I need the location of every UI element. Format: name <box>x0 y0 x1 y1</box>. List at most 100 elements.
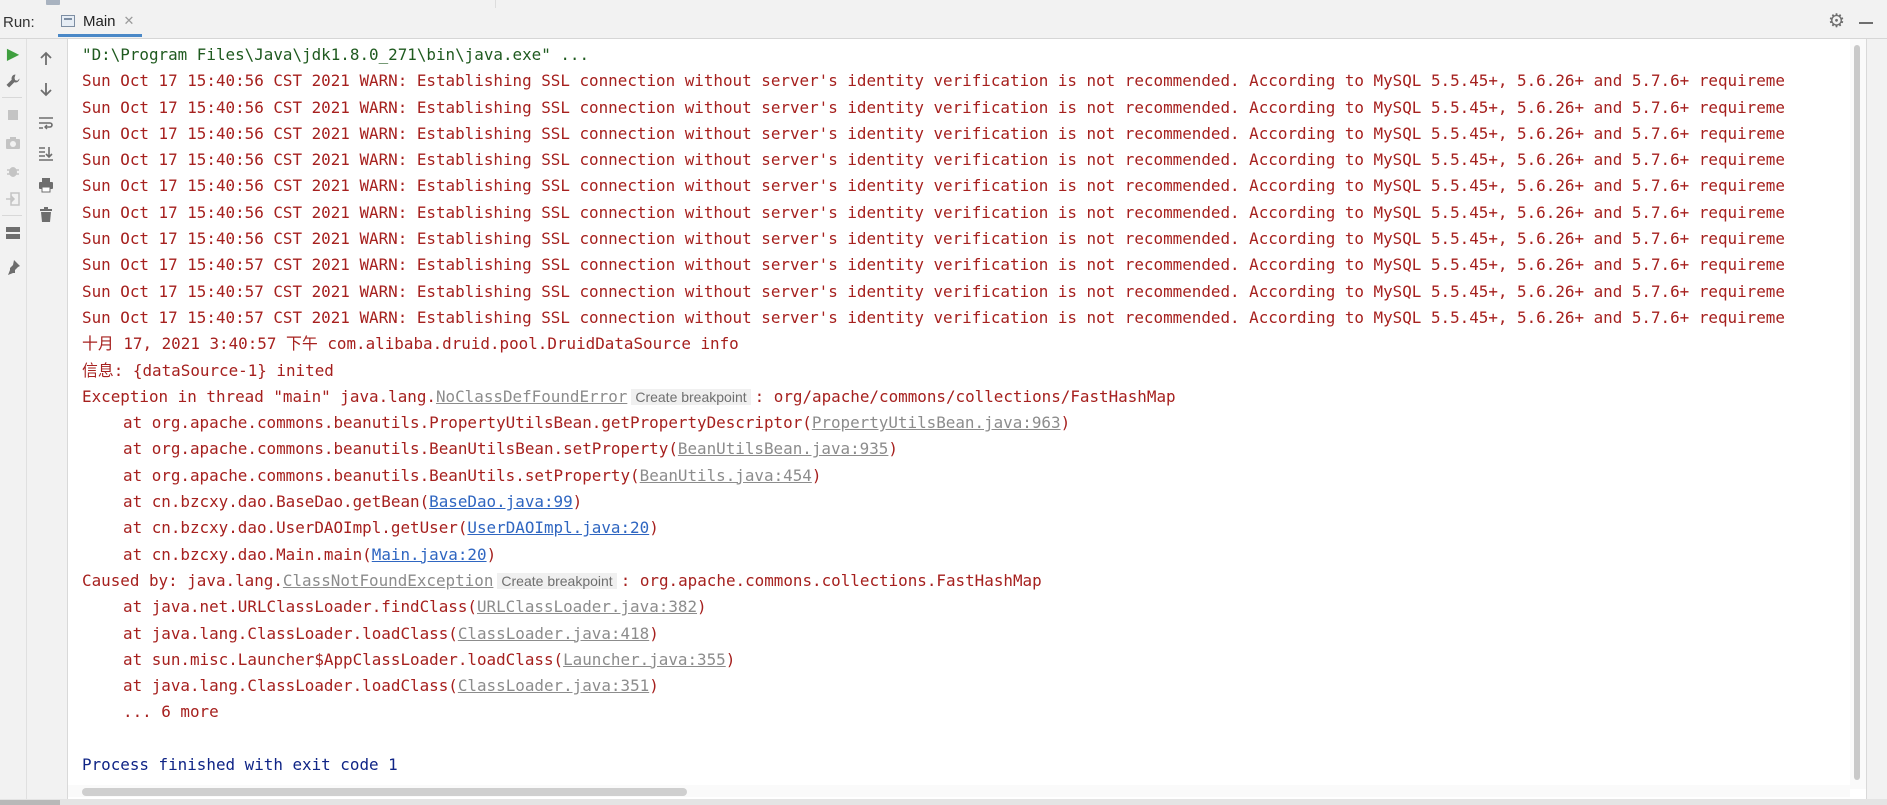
down-arrow-icon[interactable] <box>34 77 58 101</box>
exception-suffix: : org/apache/commons/collections/FastHas… <box>754 386 1176 406</box>
caused-by-class-link[interactable]: ClassNotFoundException <box>283 571 493 590</box>
log-inited-line: 信息: {dataSource-1} inited <box>82 360 334 380</box>
right-tool-strip <box>1866 39 1887 805</box>
stack-frame: at cn.bzcxy.dao.Main.main(Main.java:20) <box>82 542 1850 568</box>
frame-close: ) <box>1060 413 1071 433</box>
console-toolbar <box>27 39 68 805</box>
caused-by-line: Caused by: java.lang.ClassNotFoundExcept… <box>82 568 1850 594</box>
frame-text: at org.apache.commons.beanutils.BeanUtil… <box>123 465 640 485</box>
bug-icon[interactable] <box>1 159 25 183</box>
frame-text: at cn.bzcxy.dao.BaseDao.getBean( <box>123 492 430 512</box>
header-actions: ⚙ <box>1828 12 1887 32</box>
source-link[interactable]: ClassLoader.java:351 <box>458 676 649 695</box>
frame-close: ) <box>725 649 736 669</box>
source-link[interactable]: PropertyUtilsBean.java:963 <box>812 413 1061 432</box>
frame-close: ) <box>649 518 659 538</box>
stack-frame: at java.lang.ClassLoader.loadClass(Class… <box>82 621 1850 647</box>
warning-line: Sun Oct 17 15:40:57 CST 2021 WARN: Estab… <box>82 255 1785 275</box>
run-label: Run: <box>3 14 35 31</box>
warning-line: Sun Oct 17 15:40:56 CST 2021 WARN: Estab… <box>82 150 1785 170</box>
more-frames-line: ... 6 more <box>82 699 1850 725</box>
frame-close: ) <box>649 623 659 643</box>
create-breakpoint-link[interactable]: Create breakpoint <box>631 388 751 405</box>
source-link[interactable]: BeanUtils.java:454 <box>640 466 812 485</box>
frame-close: ) <box>697 597 707 617</box>
soft-wrap-icon[interactable] <box>34 111 58 135</box>
stack-frame: at java.lang.ClassLoader.loadClass(Class… <box>82 673 1850 699</box>
minimize-icon[interactable] <box>1859 22 1873 24</box>
folder-icon <box>46 0 60 5</box>
run-toolbar: ▶ <box>0 39 27 805</box>
wrench-icon[interactable] <box>1 69 25 93</box>
frame-text: at java.lang.ClassLoader.loadClass( <box>123 676 458 696</box>
stack-frame: at cn.bzcxy.dao.UserDAOImpl.getUser(User… <box>82 515 1850 541</box>
frame-close: ) <box>649 676 659 696</box>
warning-line: Sun Oct 17 15:40:57 CST 2021 WARN: Estab… <box>82 307 1785 327</box>
up-arrow-icon[interactable] <box>34 47 58 71</box>
command-line: "D:\Program Files\Java\jdk1.8.0_271\bin\… <box>82 45 590 64</box>
source-link[interactable]: Launcher.java:355 <box>563 650 726 669</box>
warning-line: Sun Oct 17 15:40:56 CST 2021 WARN: Estab… <box>82 202 1785 222</box>
frame-text: at java.lang.ClassLoader.loadClass( <box>123 623 458 643</box>
toolbar-separator <box>2 215 22 216</box>
frame-text: at org.apache.commons.beanutils.Property… <box>123 413 812 433</box>
exit-icon[interactable] <box>1 187 25 211</box>
trash-icon[interactable] <box>34 203 58 227</box>
stack-frame: at org.apache.commons.beanutils.Property… <box>82 410 1850 436</box>
console-tab-icon <box>61 15 75 27</box>
toolbar-separator <box>2 97 22 98</box>
source-link[interactable]: URLClassLoader.java:382 <box>477 597 697 616</box>
warning-line: Sun Oct 17 15:40:56 CST 2021 WARN: Estab… <box>82 229 1785 249</box>
pin-icon[interactable] <box>1 255 25 279</box>
run-header: Run: Main ✕ ⚙ <box>0 8 1887 39</box>
caused-by-prefix: Caused by: java.lang. <box>82 570 283 590</box>
frame-close: ) <box>811 465 822 485</box>
console-output[interactable]: "D:\Program Files\Java\jdk1.8.0_271\bin\… <box>68 39 1850 789</box>
exception-line: Exception in thread "main" java.lang.NoC… <box>82 384 1850 410</box>
create-breakpoint-link[interactable]: Create breakpoint <box>497 572 617 589</box>
frame-close: ) <box>486 544 497 564</box>
horizontal-scroll-thumb[interactable] <box>82 788 687 796</box>
warning-line: Sun Oct 17 15:40:56 CST 2021 WARN: Estab… <box>82 176 1785 196</box>
camera-icon[interactable] <box>1 131 25 155</box>
stack-frame: at java.net.URLClassLoader.findClass(URL… <box>82 594 1850 620</box>
source-link[interactable]: UserDAOImpl.java:20 <box>467 518 649 537</box>
console-lines: "D:\Program Files\Java\jdk1.8.0_271\bin\… <box>82 42 1850 778</box>
editor-remnant <box>0 0 1887 8</box>
scroll-to-end-icon[interactable] <box>34 141 58 165</box>
vertical-scrollbar[interactable] <box>1850 39 1866 789</box>
warning-line: Sun Oct 17 15:40:57 CST 2021 WARN: Estab… <box>82 281 1785 301</box>
frame-text: at org.apache.commons.beanutils.BeanUtil… <box>123 439 678 459</box>
tab-main[interactable]: Main ✕ <box>58 8 142 37</box>
exit-status-line: Process finished with exit code 1 <box>82 755 398 775</box>
source-link[interactable]: Main.java:20 <box>372 545 487 564</box>
source-link[interactable]: ClassLoader.java:418 <box>458 624 649 643</box>
close-icon[interactable]: ✕ <box>124 13 135 29</box>
layout-icon[interactable] <box>1 221 25 245</box>
stack-frame: at sun.misc.Launcher$AppClassLoader.load… <box>82 647 1850 673</box>
stack-frame: at org.apache.commons.beanutils.BeanUtil… <box>82 436 1850 462</box>
status-strip-thumb <box>0 800 60 805</box>
gear-icon[interactable]: ⚙ <box>1828 12 1845 32</box>
frame-close: ) <box>572 492 583 512</box>
stack-frame: at org.apache.commons.beanutils.BeanUtil… <box>82 463 1850 489</box>
source-link[interactable]: BeanUtilsBean.java:935 <box>678 439 888 458</box>
run-icon[interactable]: ▶ <box>1 43 25 67</box>
horizontal-scrollbar[interactable] <box>68 785 1850 797</box>
frame-text: at java.net.URLClassLoader.findClass( <box>123 597 477 617</box>
stack-frame: at cn.bzcxy.dao.BaseDao.getBean(BaseDao.… <box>82 489 1850 515</box>
frame-close: ) <box>888 439 898 459</box>
frame-text: at cn.bzcxy.dao.Main.main( <box>123 544 372 564</box>
frame-text: at sun.misc.Launcher$AppClassLoader.load… <box>123 649 564 669</box>
tab-main-label: Main <box>83 12 116 30</box>
exception-class-link[interactable]: NoClassDefFoundError <box>436 387 627 406</box>
vertical-scroll-thumb[interactable] <box>1854 45 1860 780</box>
frame-text: at cn.bzcxy.dao.UserDAOImpl.getUser( <box>123 518 468 538</box>
stop-icon[interactable] <box>1 103 25 127</box>
print-icon[interactable] <box>34 173 58 197</box>
editor-gutter-divider <box>495 0 496 8</box>
warning-line: Sun Oct 17 15:40:56 CST 2021 WARN: Estab… <box>82 123 1785 143</box>
source-link[interactable]: BaseDao.java:99 <box>429 492 573 511</box>
log-info-line: 十月 17, 2021 3:40:57 下午 com.alibaba.druid… <box>82 334 739 354</box>
